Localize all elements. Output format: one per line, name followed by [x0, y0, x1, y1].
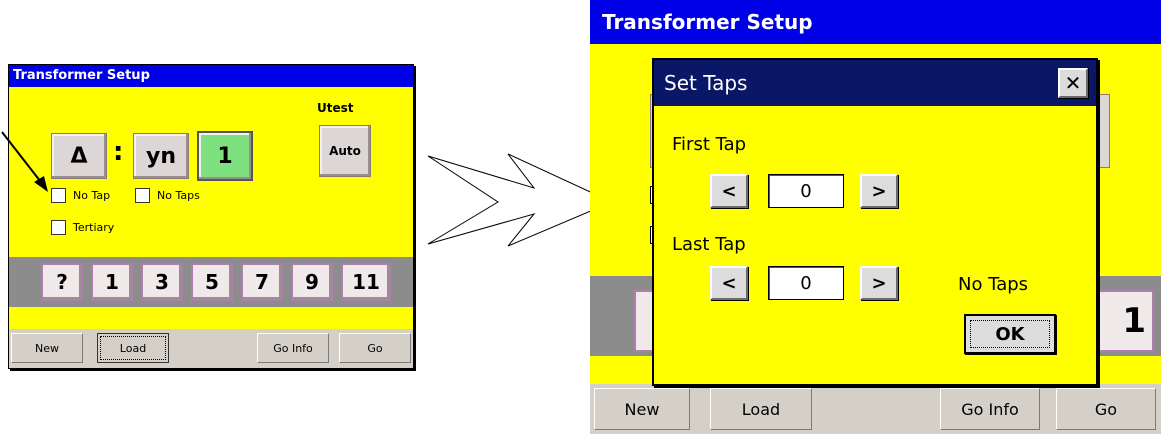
go-button[interactable]: Go	[339, 333, 411, 363]
load-button[interactable]: Load	[97, 333, 169, 363]
pointer-arrow-icon	[1, 131, 48, 192]
ok-button[interactable]: OK	[964, 314, 1056, 354]
number-button[interactable]: 1	[91, 263, 133, 301]
new-button[interactable]: New	[594, 388, 690, 430]
utest-label: Utest	[317, 101, 354, 115]
first-tap-decrement-button[interactable]: <	[710, 174, 748, 208]
hidden-number-button: 1	[1098, 290, 1154, 352]
first-tap-label: First Tap	[672, 134, 747, 155]
no-taps-label: No Taps	[157, 189, 200, 202]
tertiary-checkbox[interactable]	[51, 220, 66, 235]
set-taps-dialog: Set Taps ✕ First Tap < 0 > Last Tap < 0 …	[652, 58, 1098, 386]
clock-number-button[interactable]: 1	[197, 131, 253, 181]
auto-button[interactable]: Auto	[319, 125, 371, 177]
last-tap-decrement-button[interactable]: <	[710, 266, 748, 300]
no-tap-checkbox[interactable]	[51, 188, 66, 203]
hv-winding-button[interactable]: Δ	[51, 133, 107, 179]
number-button[interactable]: 9	[291, 263, 333, 301]
number-button[interactable]: 11	[341, 263, 391, 301]
last-tap-increment-button[interactable]: >	[860, 266, 898, 300]
tap-status-text: No Taps	[958, 274, 1029, 295]
go-button[interactable]: Go	[1056, 388, 1156, 430]
vector-separator: :	[113, 137, 124, 167]
number-button[interactable]: 3	[141, 263, 183, 301]
no-tap-label: No Tap	[73, 189, 111, 202]
go-info-button[interactable]: Go Info	[940, 388, 1040, 430]
load-button[interactable]: Load	[710, 388, 812, 430]
large-window-title: Transformer Setup	[590, 0, 1161, 44]
first-tap-increment-button[interactable]: >	[860, 174, 898, 208]
small-window-title: Transformer Setup	[9, 65, 413, 87]
go-info-button[interactable]: Go Info	[257, 333, 329, 363]
no-taps-checkbox[interactable]	[135, 188, 150, 203]
number-button[interactable]: 5	[191, 263, 233, 301]
transition-arrow-icon	[427, 153, 614, 247]
small-transformer-window: Transformer Setup Utest Auto Δ : yn 1 No…	[8, 64, 414, 369]
number-button[interactable]: ?	[41, 263, 83, 301]
first-tap-field[interactable]: 0	[768, 174, 844, 208]
tertiary-label: Tertiary	[73, 221, 115, 234]
new-button[interactable]: New	[11, 333, 83, 363]
last-tap-field[interactable]: 0	[768, 266, 844, 300]
lv-winding-button[interactable]: yn	[133, 133, 189, 179]
dialog-title: Set Taps	[654, 60, 1096, 106]
close-icon[interactable]: ✕	[1058, 68, 1088, 98]
last-tap-label: Last Tap	[672, 234, 746, 255]
number-button[interactable]: 7	[241, 263, 283, 301]
